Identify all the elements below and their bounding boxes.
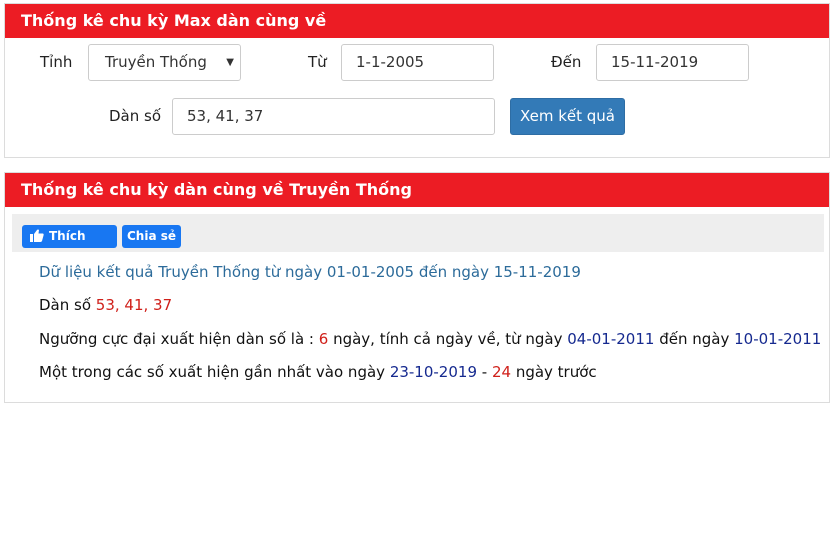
- numbers-label: Dàn số: [109, 107, 162, 125]
- numbers-input[interactable]: 53, 41, 37: [172, 98, 495, 135]
- numbers-summary-label: Dàn số: [39, 296, 96, 314]
- to-date-label: Đến: [551, 53, 582, 71]
- social-bar: Thích 75K Chia sẻ: [12, 214, 824, 266]
- search-panel-title: Thống kê chu kỳ Max dàn cùng về: [5, 4, 829, 38]
- view-results-button[interactable]: Xem kết quả: [510, 98, 625, 135]
- numbers-input-value: 53, 41, 37: [187, 107, 264, 125]
- thumbs-up-icon: [30, 229, 44, 242]
- latest-appearance-summary: Một trong các số xuất hiện gần nhất vào …: [39, 363, 597, 381]
- latest-date: 23-10-2019: [389, 363, 477, 381]
- province-label: Tỉnh: [40, 53, 73, 71]
- max-cycle-prefix: Ngưỡng cực đại xuất hiện dàn số là :: [39, 330, 319, 348]
- from-date-input[interactable]: 1-1-2005: [341, 44, 494, 81]
- facebook-share-button[interactable]: Chia sẻ: [122, 225, 181, 248]
- max-cycle-from-date: 04-01-2011: [567, 330, 655, 348]
- from-date-label: Từ: [308, 53, 327, 71]
- province-select[interactable]: Truyền Thống ▼: [88, 44, 241, 81]
- max-cycle-to-date: 10-01-2011: [734, 330, 822, 348]
- max-cycle-to-word: đến ngày: [654, 330, 735, 348]
- from-date-value: 1-1-2005: [356, 53, 425, 71]
- result-panel-title: Thống kê chu kỳ dàn cùng về Truyền Thống: [5, 173, 829, 207]
- numbers-summary-value: 53, 41, 37: [95, 296, 173, 314]
- province-select-value: Truyền Thống: [105, 53, 207, 71]
- latest-prefix: Một trong các số xuất hiện gần nhất vào …: [39, 363, 390, 381]
- latest-suffix: ngày trước: [511, 363, 597, 381]
- result-panel: Thống kê chu kỳ dàn cùng về Truyền Thống…: [4, 172, 830, 403]
- max-cycle-days: 6: [318, 330, 329, 348]
- data-range-text: Dữ liệu kết quả Truyền Thống từ ngày 01-…: [39, 263, 581, 281]
- numbers-summary: Dàn số 53, 41, 37: [39, 296, 172, 314]
- latest-days-ago: 24: [491, 363, 512, 381]
- to-date-input[interactable]: 15-11-2019: [596, 44, 749, 81]
- search-panel: Thống kê chu kỳ Max dàn cùng về Tỉnh Tru…: [4, 3, 830, 158]
- chevron-down-icon: ▼: [226, 57, 234, 68]
- facebook-like-button[interactable]: Thích 75K: [22, 225, 117, 266]
- max-cycle-summary: Ngưỡng cực đại xuất hiện dàn số là : 6 n…: [39, 330, 821, 348]
- latest-separator: -: [477, 363, 492, 381]
- to-date-value: 15-11-2019: [611, 53, 699, 71]
- max-cycle-middle: ngày, tính cả ngày về, từ ngày: [328, 330, 568, 348]
